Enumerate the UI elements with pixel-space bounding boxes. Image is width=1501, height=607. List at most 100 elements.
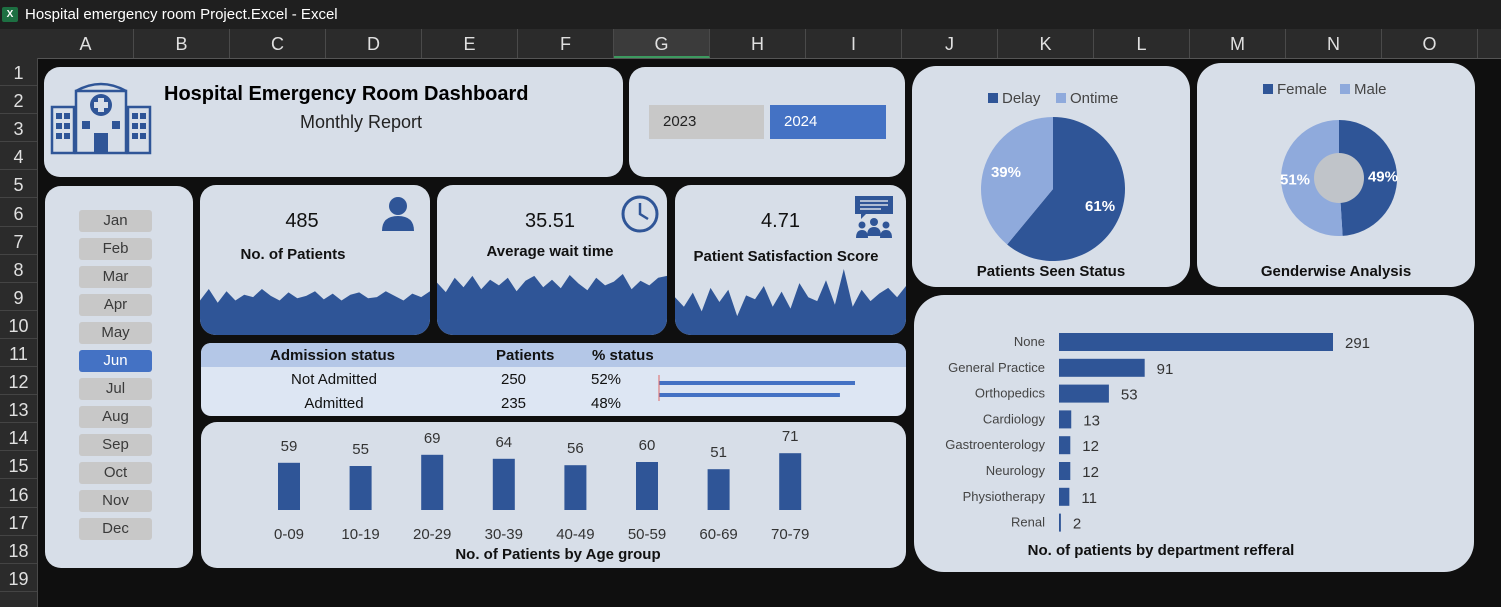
kpi-card-satisfaction: 4.71 Patient Satisfaction Score — [675, 185, 906, 335]
legend-swatch — [1263, 84, 1273, 94]
column-header-d[interactable]: D — [326, 29, 422, 58]
month-button-jul[interactable]: Jul — [79, 378, 152, 400]
kpi-card-wait-time: 35.51 Average wait time — [437, 185, 667, 335]
row-header-17[interactable]: 17 — [0, 508, 37, 536]
legend-swatch — [1056, 93, 1066, 103]
row-header-13[interactable]: 13 — [0, 395, 37, 424]
column-header-h[interactable]: H — [710, 29, 806, 58]
dept-bar-value: 291 — [1345, 335, 1370, 352]
year-button-2024[interactable]: 2024 — [770, 105, 886, 139]
admission-header-status: Admission status — [270, 347, 396, 364]
row-header-16[interactable]: 16 — [0, 480, 37, 508]
patients-seen-panel: 61% Delay 39% Ontime Patients Seen Status — [912, 66, 1190, 287]
column-header-l[interactable]: L — [1094, 29, 1190, 58]
age-bar — [492, 458, 515, 510]
row-header-15[interactable]: 15 — [0, 451, 37, 480]
column-header-i[interactable]: I — [806, 29, 902, 58]
dept-bar-value: 91 — [1157, 361, 1174, 378]
row-header-14[interactable]: 14 — [0, 423, 37, 452]
legend-swatch — [1340, 84, 1350, 94]
column-header-f[interactable]: F — [518, 29, 614, 58]
column-header-b[interactable]: B — [134, 29, 230, 58]
person-icon — [382, 197, 414, 231]
row-header-8[interactable]: 8 — [0, 255, 37, 283]
age-tick-label: 60-69 — [699, 526, 737, 543]
month-button-nov[interactable]: Nov — [79, 490, 152, 512]
row-header-18[interactable]: 18 — [0, 536, 37, 564]
pie-chart-title: Genderwise Analysis — [1261, 263, 1411, 280]
month-button-dec[interactable]: Dec — [79, 518, 152, 540]
patients-sparkline — [200, 289, 430, 335]
age-tick-label: 10-19 — [341, 526, 379, 543]
age-bar — [278, 462, 300, 510]
row-header-4[interactable]: 4 — [0, 142, 37, 171]
month-button-sep[interactable]: Sep — [79, 434, 152, 456]
row-header-19[interactable]: 19 — [0, 564, 37, 592]
admission-data-bars — [658, 375, 855, 401]
legend-label: Female — [1277, 81, 1327, 98]
age-bar-value: 55 — [352, 441, 369, 458]
age-tick-label: 30-39 — [485, 526, 523, 543]
column-header-n[interactable]: N — [1286, 29, 1382, 58]
age-bar — [779, 453, 802, 510]
row-header-6[interactable]: 6 — [0, 199, 37, 227]
admission-table: Admission status Patients % status Not A… — [201, 343, 906, 416]
row-header-3[interactable]: 3 — [0, 114, 37, 143]
row-header-11[interactable]: 11 — [0, 339, 37, 367]
age-bar — [421, 454, 444, 510]
dept-bar-value: 11 — [1081, 490, 1097, 507]
month-button-oct[interactable]: Oct — [79, 462, 152, 484]
age-group-chart: 59 0-09 55 10-19 69 20-29 64 30-39 56 40-49 60 50-5… — [274, 428, 809, 563]
column-header-m[interactable]: M — [1190, 29, 1286, 58]
admission-header-pct: % status — [592, 347, 654, 364]
kpi-patients-value: 485 — [285, 210, 319, 232]
excel-icon: X — [2, 7, 18, 22]
gender-panel: 49% Female 51% Male Genderwise Analysis — [1197, 63, 1475, 287]
page-subtitle: Monthly Report — [300, 112, 423, 132]
month-button-aug[interactable]: Aug — [79, 406, 152, 428]
column-header-o[interactable]: O — [1382, 29, 1478, 58]
dept-bar — [1059, 384, 1109, 403]
dept-bar — [1059, 487, 1070, 506]
month-button-apr[interactable]: Apr — [79, 294, 152, 316]
donut-hole — [1314, 153, 1364, 203]
year-button-2023[interactable]: 2023 — [649, 105, 764, 139]
month-button-may[interactable]: May — [79, 322, 152, 344]
column-header-c[interactable]: C — [230, 29, 326, 58]
age-bar — [564, 465, 587, 510]
row-header-12[interactable]: 12 — [0, 367, 37, 396]
age-tick-label: 70-79 — [771, 526, 809, 543]
page-title: Hospital Emergency Room Dashboard — [164, 83, 529, 105]
dept-bar-value: 13 — [1083, 412, 1100, 429]
row-header-9[interactable]: 9 — [0, 283, 37, 311]
pie-slice-label: 49% — [1368, 169, 1398, 186]
age-tick-label: 40-49 — [556, 526, 594, 543]
month-button-mar[interactable]: Mar — [79, 266, 152, 288]
row-header-5[interactable]: 5 — [0, 170, 37, 199]
dept-category-label: Cardiology — [983, 411, 1046, 426]
row-header-10[interactable]: 10 — [0, 311, 37, 339]
column-header-a[interactable]: A — [38, 29, 134, 58]
month-button-jan[interactable]: Jan — [79, 210, 152, 232]
sparkline-area — [437, 274, 667, 335]
pie-chart-title: Patients Seen Status — [977, 263, 1125, 280]
satisfaction-sparkline — [675, 269, 906, 335]
age-bar — [349, 466, 372, 510]
department-chart-panel: None 291 General Practice 91 Orthopedics 53 Ca… — [914, 295, 1474, 572]
age-tick-label: 20-29 — [413, 526, 451, 543]
column-header-g[interactable]: G — [614, 29, 710, 58]
clock-icon — [621, 195, 659, 233]
dept-category-label: None — [1014, 334, 1045, 349]
month-button-feb[interactable]: Feb — [79, 238, 152, 260]
age-chart-title: No. of Patients by Age group — [455, 546, 660, 563]
column-header-k[interactable]: K — [998, 29, 1094, 58]
age-group-chart-panel: 59 0-09 55 10-19 69 20-29 64 30-39 56 40-49 60 50-5… — [201, 422, 906, 568]
row-header-7[interactable]: 7 — [0, 227, 37, 255]
dept-bar-value: 12 — [1082, 438, 1099, 455]
column-header-e[interactable]: E — [422, 29, 518, 58]
month-button-jun[interactable]: Jun — [79, 350, 152, 372]
row-header-2[interactable]: 2 — [0, 86, 37, 115]
column-header-j[interactable]: J — [902, 29, 998, 58]
window-titlebar: X Hospital emergency room Project.Excel … — [0, 0, 1501, 29]
row-header-1[interactable]: 1 — [0, 58, 37, 86]
